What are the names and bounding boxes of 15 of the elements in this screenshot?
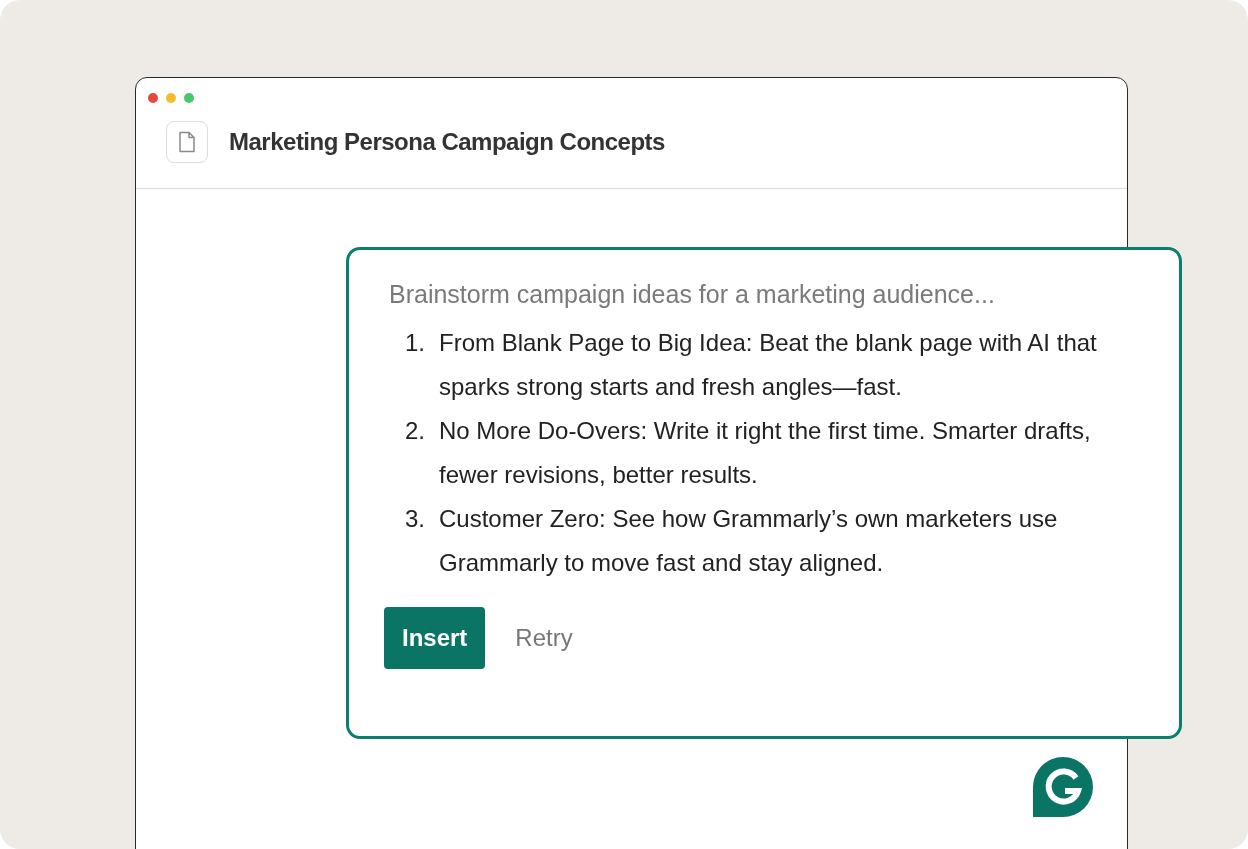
retry-button[interactable]: Retry [497,607,591,669]
window-control-dot[interactable] [166,93,176,103]
list-number: 3. [404,504,425,534]
window-control-dot[interactable] [148,93,158,103]
idea-text: No More Do-Overs: Write it right the first time. Smarter drafts, fewer revisions, better results. [439,416,1092,490]
list-number: 2. [404,416,425,446]
prompt-text: Brainstorm campaign ideas for a marketing audience... [389,280,996,309]
idea-text: From Blank Page to Big Idea: Beat the blank page with AI that sparks strong starts and fresh angles—fast. [439,328,1098,402]
document-title: Marketing Persona Campaign Concepts [229,128,665,156]
insert-button[interactable]: Insert [384,607,486,669]
idea-text: Customer Zero: See how Grammarly’s own marketers use Grammarly to move fast and stay aligned. [439,504,1059,578]
list-number: 1. [404,328,425,358]
document-icon [166,121,208,163]
g-logo-icon [1032,756,1094,818]
window-control-dot[interactable] [184,93,194,103]
